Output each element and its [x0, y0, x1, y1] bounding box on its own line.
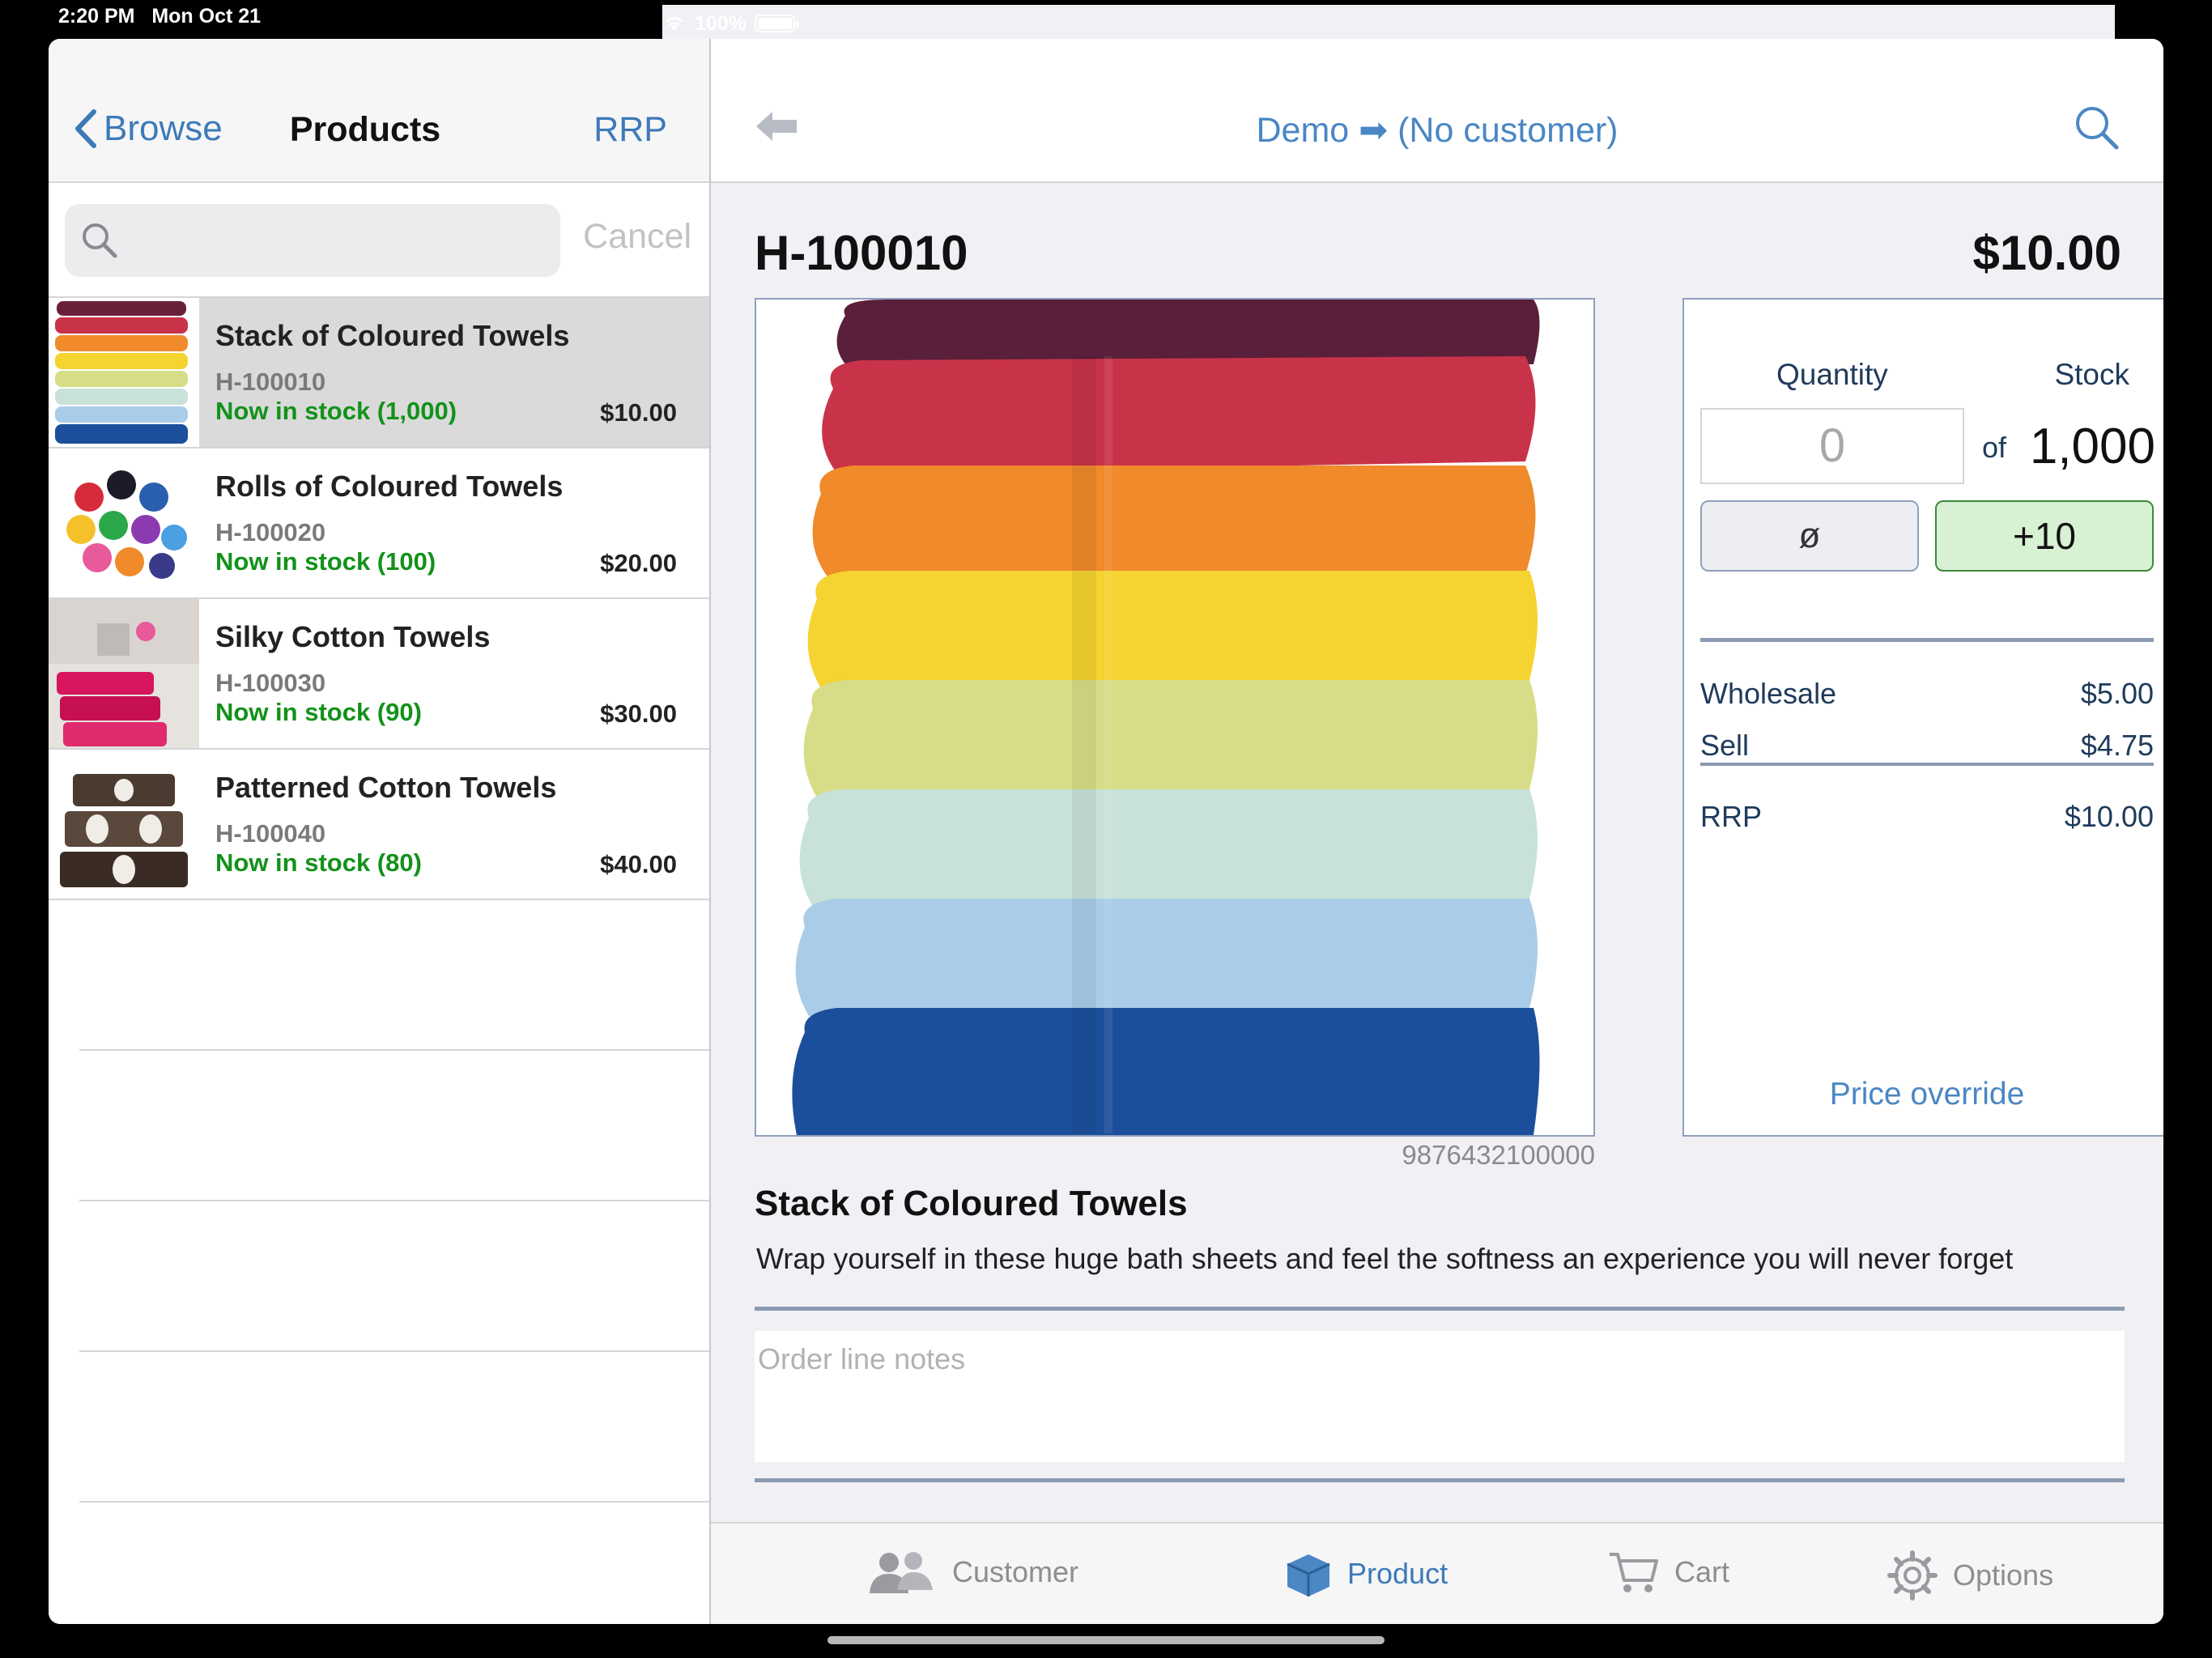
- barcode: 9876432100000: [1402, 1140, 1595, 1170]
- product-stock: Now in stock (80): [215, 848, 422, 877]
- search-row: Cancel: [49, 183, 709, 298]
- sell-value: $4.75: [2080, 729, 2154, 762]
- wifi-icon: [665, 17, 684, 31]
- browse-back-button[interactable]: Browse: [73, 108, 223, 149]
- empty-row: [79, 1352, 709, 1503]
- sell-label: Sell: [1700, 729, 1750, 762]
- search-icon: [83, 223, 117, 258]
- wholesale-label: Wholesale: [1700, 677, 1837, 710]
- cancel-button[interactable]: Cancel: [583, 217, 691, 257]
- gear-icon: [1887, 1550, 1938, 1601]
- right-nav-bar: Demo ➡ (No customer): [711, 39, 2163, 183]
- divider: [1700, 763, 2154, 766]
- rrp-label: RRP: [1700, 800, 1763, 833]
- product-image[interactable]: [755, 298, 1595, 1137]
- product-stock: Now in stock (100): [215, 547, 436, 576]
- product-name: Patterned Cotton Towels: [215, 771, 557, 804]
- product-price: $20.00: [600, 549, 677, 577]
- product-code: H-100020: [215, 518, 326, 546]
- search-icon: [2076, 107, 2119, 150]
- battery-icon: [754, 15, 799, 32]
- product-stock: Now in stock (90): [215, 698, 422, 726]
- home-indicator[interactable]: [827, 1636, 1385, 1644]
- wholesale-value: $5.00: [2080, 677, 2154, 710]
- product-description: Wrap yourself in these huge bath sheets …: [756, 1242, 2014, 1275]
- divider: [755, 1478, 2125, 1482]
- product-price: $40.00: [600, 850, 677, 878]
- product-name: Rolls of Coloured Towels: [215, 470, 564, 503]
- stock-label: Stock: [2054, 358, 2129, 391]
- empty-row: [79, 1051, 709, 1201]
- chevron-left-icon: [75, 109, 96, 148]
- product-price: $30.00: [600, 699, 677, 728]
- order-panel: Quantity Stock 0 of 1,000 ø +10 Wholesal…: [1682, 298, 2163, 1137]
- order-context-title[interactable]: Demo ➡ (No customer): [711, 110, 2163, 151]
- product-list-pane: Browse Products RRP Cancel Stack of Colo…: [49, 39, 711, 1624]
- tab-cart[interactable]: Cart: [1608, 1550, 1729, 1595]
- app-window: Browse Products RRP Cancel Stack of Colo…: [49, 39, 2163, 1624]
- stock-value: 1,000: [2029, 419, 2155, 474]
- order-line-notes-field[interactable]: Order line notes: [755, 1331, 2125, 1462]
- tab-customer[interactable]: Customer: [865, 1550, 1078, 1595]
- left-nav-bar: Browse Products RRP: [49, 39, 709, 183]
- rrp-value: $10.00: [2064, 800, 2154, 833]
- quantity-label: Quantity: [1776, 358, 1888, 391]
- product-name: Stack of Coloured Towels: [215, 319, 570, 352]
- product-price-heading: $10.00: [1972, 226, 2121, 280]
- clear-quantity-button[interactable]: ø: [1700, 500, 1919, 572]
- product-thumbnail: [49, 298, 199, 447]
- list-item[interactable]: Rolls of Coloured Towels H-100020 Now in…: [49, 449, 709, 599]
- list-item[interactable]: Stack of Coloured Towels H-100010 Now in…: [49, 298, 709, 449]
- product-code-heading: H-100010: [755, 226, 968, 280]
- cart-icon: [1610, 1553, 1658, 1592]
- rrp-button[interactable]: RRP: [593, 110, 667, 150]
- product-thumbnail: [49, 449, 199, 597]
- tab-product[interactable]: Product: [1284, 1550, 1448, 1598]
- price-override-button[interactable]: Price override: [1684, 1077, 2163, 1112]
- product-price: $10.00: [600, 398, 677, 427]
- search-button[interactable]: [2073, 104, 2121, 156]
- list-item[interactable]: Silky Cotton Towels H-100030 Now in stoc…: [49, 599, 709, 750]
- of-label: of: [1982, 431, 2007, 464]
- product-detail-pane: Demo ➡ (No customer) H-100010 $10.00 987…: [711, 39, 2163, 1624]
- box-icon: [1287, 1554, 1330, 1596]
- people-icon: [870, 1552, 933, 1593]
- product-thumbnail: [49, 750, 199, 899]
- product-name: Silky Cotton Towels: [215, 620, 491, 653]
- quantity-input[interactable]: 0: [1700, 408, 1964, 484]
- empty-row: [79, 1201, 709, 1352]
- product-name-heading: Stack of Coloured Towels: [755, 1184, 1188, 1223]
- product-thumbnail: [49, 599, 199, 748]
- product-code: H-100030: [215, 669, 326, 697]
- list-item[interactable]: Patterned Cotton Towels H-100040 Now in …: [49, 750, 709, 900]
- product-stock: Now in stock (1,000): [215, 397, 457, 425]
- divider: [755, 1307, 2125, 1311]
- add-ten-button[interactable]: +10: [1935, 500, 2154, 572]
- search-input[interactable]: [65, 204, 560, 277]
- status-time: 2:20 PM Mon Oct 21: [58, 5, 262, 28]
- products-title: Products: [289, 110, 441, 149]
- divider: [1700, 638, 2154, 642]
- product-code: H-100040: [215, 819, 326, 848]
- product-code: H-100010: [215, 368, 326, 396]
- battery-percent: 100%: [695, 11, 747, 35]
- browse-label: Browse: [104, 108, 223, 148]
- tab-options[interactable]: Options: [1887, 1550, 2053, 1601]
- empty-row: [79, 900, 709, 1051]
- tab-bar: Customer Product Cart Options: [711, 1522, 2163, 1624]
- status-bar: 2:20 PM Mon Oct 21 100%: [0, 0, 2212, 42]
